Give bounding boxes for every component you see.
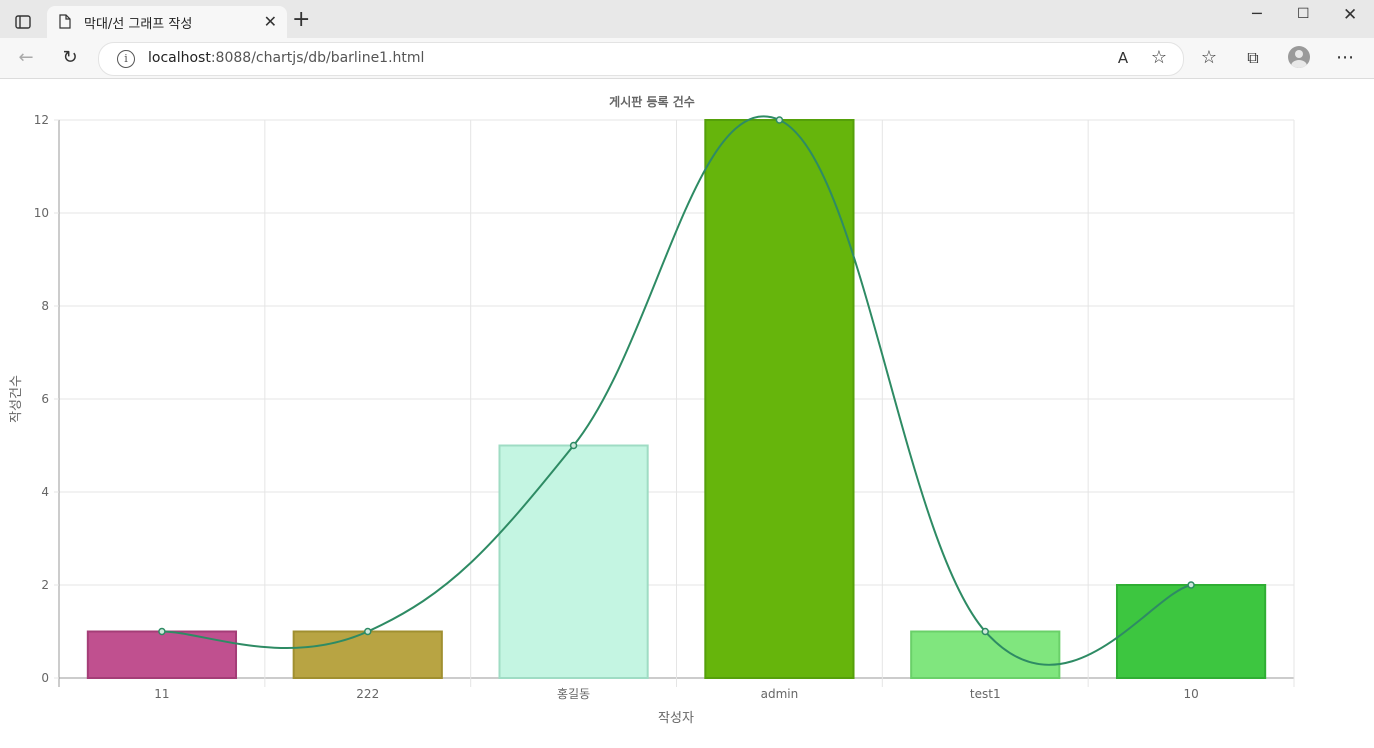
bar xyxy=(1115,584,1267,679)
x-axis-ticks: 11 222 홍길동 admin test1 10 xyxy=(154,687,1198,701)
profile-avatar[interactable] xyxy=(1288,46,1310,68)
y-tick-label: 12 xyxy=(34,113,49,127)
read-aloud-icon[interactable]: A xyxy=(1111,46,1135,70)
x-tick-label: 11 xyxy=(154,687,169,701)
y-axis-label: 작성건수 xyxy=(9,375,24,423)
bar xyxy=(292,630,443,679)
bar-line-chart: 게시판 등록 건수 0 2 4 6 8 10 12 11 222 홍길동 admin test1 10… xyxy=(9,94,1295,726)
tab-actions-icon[interactable] xyxy=(10,11,36,33)
browser-toolbar: ← ↻ i localhost:8088/chartjs/db/barline1… xyxy=(0,38,1374,79)
url-path: :8088/chartjs/db/barline1.html xyxy=(210,50,425,66)
new-tab-icon[interactable]: + xyxy=(292,9,310,31)
site-info-icon[interactable]: i xyxy=(117,50,135,68)
back-icon[interactable]: ← xyxy=(14,46,38,70)
favorites-icon[interactable]: ☆ xyxy=(1197,46,1221,70)
y-tick-label: 10 xyxy=(34,206,49,220)
y-axis-ticks: 0 2 4 6 8 10 12 xyxy=(34,113,59,685)
tab-strip: 막대/선 그래프 작성 ✕ + ─ ☐ ✕ xyxy=(0,0,1374,38)
maximize-icon[interactable]: ☐ xyxy=(1297,6,1310,22)
line-point xyxy=(569,441,578,450)
bar xyxy=(498,444,649,679)
x-tick-label: 홍길동 xyxy=(557,687,590,701)
y-tick-label: 4 xyxy=(41,485,49,499)
add-favorite-icon[interactable]: ☆ xyxy=(1147,46,1171,70)
bar xyxy=(704,119,855,679)
y-tick-label: 6 xyxy=(41,392,49,406)
url-host: localhost xyxy=(148,50,211,66)
collections-icon[interactable]: ⧉ xyxy=(1241,46,1265,70)
address-bar[interactable]: i localhost:8088/chartjs/db/barline1.htm… xyxy=(98,42,1184,76)
page-icon xyxy=(59,14,71,29)
bar xyxy=(910,630,1061,679)
tab-title: 막대/선 그래프 작성 xyxy=(84,17,193,32)
line-point xyxy=(364,627,372,636)
x-tick-label: test1 xyxy=(970,687,1001,701)
minimize-icon[interactable]: ─ xyxy=(1252,4,1262,23)
close-window-icon[interactable]: ✕ xyxy=(1343,5,1357,25)
x-tick-label: 10 xyxy=(1183,687,1198,701)
url-text[interactable]: localhost:8088/chartjs/db/barline1.html xyxy=(148,50,424,66)
y-tick-label: 2 xyxy=(41,578,49,592)
line-point xyxy=(1187,581,1195,589)
browser-tab[interactable]: 막대/선 그래프 작성 ✕ xyxy=(47,6,287,38)
grid-lines xyxy=(58,119,1295,687)
x-tick-label: 222 xyxy=(356,687,379,701)
line-point xyxy=(158,627,166,636)
y-tick-label: 0 xyxy=(41,671,49,685)
close-tab-icon[interactable]: ✕ xyxy=(264,14,277,30)
y-tick-label: 8 xyxy=(41,299,49,313)
refresh-icon[interactable]: ↻ xyxy=(58,46,82,70)
more-menu-icon[interactable]: ⋯ xyxy=(1333,46,1357,70)
line-point xyxy=(775,116,784,124)
x-tick-label: admin xyxy=(761,687,799,701)
line-point xyxy=(981,627,989,636)
chart-title: 게시판 등록 건수 xyxy=(609,94,695,109)
x-axis-label: 작성자 xyxy=(658,711,694,726)
